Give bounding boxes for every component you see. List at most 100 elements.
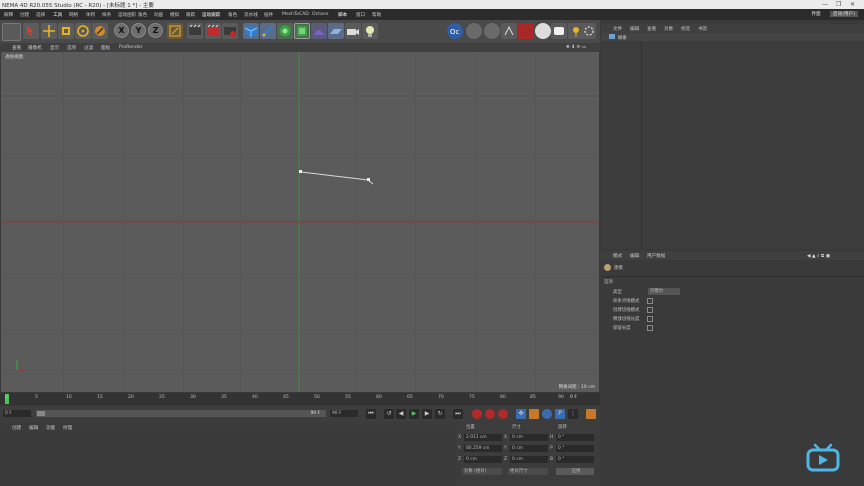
next-frame-icon[interactable]: ▶ — [422, 409, 432, 419]
position-x-field[interactable]: 2.011 cm — [464, 434, 502, 441]
object-menu-item[interactable]: 标签 — [681, 26, 690, 32]
material-menu-item[interactable]: 编辑 — [29, 425, 38, 431]
pen-spline-icon[interactable] — [260, 23, 276, 39]
octane-texture-icon[interactable] — [551, 23, 567, 39]
menu-item[interactable]: 帮助 — [372, 12, 381, 18]
previous-frame-icon[interactable]: ◀ — [396, 409, 406, 419]
move-icon[interactable] — [41, 23, 57, 39]
size-mode-dropdown[interactable]: 绝对尺寸 — [508, 468, 548, 475]
menu-item[interactable]: 工具 — [53, 12, 62, 18]
start-frame-field[interactable]: 0 F — [3, 410, 31, 417]
coordinate-mode-dropdown[interactable]: 对象 (相对) — [462, 468, 502, 475]
subdivision-surface-icon[interactable] — [277, 23, 293, 39]
floor-icon[interactable] — [328, 23, 344, 39]
layout-dropdown[interactable]: 启动(用户) — [830, 11, 858, 17]
viewport-menu-item[interactable]: 查看 — [12, 45, 21, 51]
go-to-start-icon[interactable]: ⏮ — [366, 409, 376, 419]
attribute-checkbox[interactable] — [647, 307, 653, 313]
scale-icon[interactable] — [58, 23, 74, 39]
menu-item[interactable]: MeshToCAD — [282, 12, 309, 17]
menu-item[interactable]: 解释 — [4, 12, 13, 18]
recent-tool-icon[interactable] — [92, 23, 108, 39]
viewport-menu-item[interactable]: ProRender — [119, 45, 143, 50]
size-y-field[interactable]: 0 cm — [510, 445, 548, 452]
key-rotation-icon[interactable] — [542, 409, 552, 419]
octane-object-icon[interactable] — [484, 23, 500, 39]
object-list[interactable]: 样条 — [601, 33, 864, 249]
key-scale-icon[interactable] — [529, 409, 539, 419]
octane-live-viewer-icon[interactable]: Oc — [447, 23, 463, 39]
end-frame-field[interactable]: 90 F — [330, 410, 358, 417]
menu-item[interactable]: 创建 — [20, 12, 29, 18]
menu-item[interactable]: 选择 — [36, 12, 45, 18]
x-axis-lock-button[interactable]: X — [114, 23, 129, 38]
viewport-menu-item[interactable]: 面板 — [101, 45, 110, 51]
menu-item[interactable]: 运动跟踪 — [202, 12, 220, 18]
undo-icon[interactable] — [2, 23, 21, 41]
y-axis-lock-button[interactable]: Y — [131, 23, 146, 38]
perspective-viewport[interactable]: 透视视图 网格间距 : 10 cm — [1, 52, 599, 392]
key-position-icon[interactable]: ✥ — [516, 409, 526, 419]
menu-item[interactable]: 跟踪 — [186, 12, 195, 18]
material-menu-item[interactable]: 功能 — [46, 425, 55, 431]
render-view-icon[interactable] — [187, 23, 203, 39]
menu-item[interactable]: Octane — [312, 12, 329, 17]
attribute-checkbox[interactable] — [647, 325, 653, 331]
size-x-field[interactable]: 0 cm — [510, 434, 548, 441]
octane-render-icon[interactable] — [518, 23, 534, 39]
menu-item[interactable]: 体积 — [86, 12, 95, 18]
camera-icon[interactable] — [345, 23, 361, 39]
menu-item[interactable]: 样条 — [102, 12, 111, 18]
go-to-end-icon[interactable]: ⏭ — [453, 409, 463, 419]
minimize-button[interactable]: — — [822, 1, 828, 8]
rotate-icon[interactable] — [75, 23, 91, 39]
timeline-window-icon[interactable] — [586, 409, 596, 419]
select-arrow-icon[interactable] — [23, 23, 39, 39]
menu-item[interactable]: 动画 — [154, 12, 163, 18]
sphere-icon[interactable] — [466, 23, 482, 39]
menu-item[interactable]: 流水线 — [244, 12, 258, 18]
section-tab[interactable]: 选项 — [604, 279, 613, 285]
rotation-b-field[interactable]: 0 ° — [556, 456, 594, 463]
key-parameter-icon[interactable]: P — [555, 409, 565, 419]
viewport-menu-item[interactable]: 摄像机 — [28, 45, 42, 51]
attribute-nav-icons[interactable]: ◀ ▲ ⌕ ⧉ ▣ — [807, 253, 830, 259]
menu-item[interactable]: 插件 — [264, 12, 273, 18]
viewport-menu-item[interactable]: 显示 — [50, 45, 59, 51]
menu-item[interactable]: 窗口 — [356, 12, 365, 18]
render-settings-icon[interactable] — [222, 23, 238, 39]
viewport-navigation-icons[interactable]: ✥ ⬇ ⟳ ▭ — [566, 45, 586, 50]
close-button[interactable]: ✕ — [850, 1, 855, 8]
maximize-button[interactable]: ❐ — [836, 1, 841, 8]
attribute-menu-item[interactable]: 编辑 — [630, 253, 639, 259]
menu-item[interactable]: 网格 — [69, 12, 78, 18]
viewport-menu-item[interactable]: 选项 — [67, 45, 76, 51]
range-start-handle[interactable] — [37, 411, 45, 416]
coordinate-system-icon[interactable] — [167, 23, 183, 39]
auto-key-icon[interactable] — [485, 409, 495, 419]
frame-range-slider[interactable]: 90 F — [36, 410, 326, 417]
octane-settings-icon[interactable] — [582, 23, 596, 39]
position-y-field[interactable]: 80.259 cm — [464, 445, 502, 452]
material-area[interactable] — [0, 433, 455, 486]
cube-icon[interactable] — [243, 23, 259, 39]
play-icon[interactable]: ▶ — [409, 409, 419, 419]
extrude-generator-icon[interactable] — [294, 23, 310, 39]
z-axis-lock-button[interactable]: Z — [148, 23, 163, 38]
type-dropdown[interactable]: 贝塞尔 — [648, 288, 680, 295]
previous-key-icon[interactable]: ↺ — [384, 409, 394, 419]
size-z-field[interactable]: 0 cm — [510, 456, 548, 463]
record-icon[interactable] — [472, 409, 482, 419]
menu-item[interactable]: 模拟 — [170, 12, 179, 18]
object-menu-item[interactable]: 书签 — [698, 26, 707, 32]
light-icon[interactable] — [362, 23, 378, 39]
object-name[interactable]: 样条 — [618, 35, 627, 41]
object-menu-item[interactable]: 查看 — [647, 26, 656, 32]
key-selection-icon[interactable] — [498, 409, 508, 419]
viewport-menu-item[interactable]: 过滤 — [84, 45, 93, 51]
next-key-icon[interactable]: ↻ — [435, 409, 445, 419]
object-menu-item[interactable]: 文件 — [613, 26, 622, 32]
octane-material-icon[interactable] — [535, 23, 551, 39]
key-pla-icon[interactable]: ⋮ — [568, 409, 578, 419]
attribute-menu-item[interactable]: 用户数据 — [647, 253, 665, 259]
